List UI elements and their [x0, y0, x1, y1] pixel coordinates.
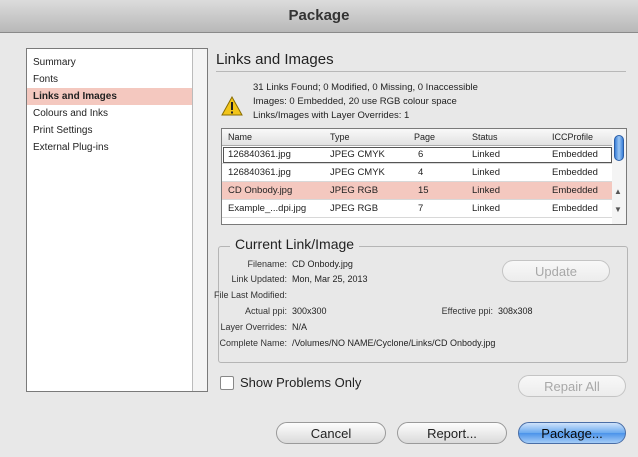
- column-header-page[interactable]: Page: [414, 129, 435, 145]
- cell-name: 126840361.jpg: [228, 167, 291, 178]
- link-updated-value: Mon, Mar 25, 2013: [292, 274, 368, 284]
- column-header-type[interactable]: Type: [330, 129, 350, 145]
- scroll-up-icon[interactable]: ▲: [614, 187, 622, 196]
- cell-iccprofile: Embedded: [552, 167, 598, 178]
- actual-ppi-label: Actual ppi:: [244, 306, 287, 316]
- sidebar-item-links-and-images[interactable]: Links and Images: [27, 88, 193, 105]
- window-title: Package: [288, 7, 350, 24]
- layer-overrides-label: Layer Overrides:: [220, 322, 287, 332]
- cell-name: 126840361.jpg: [228, 149, 291, 160]
- section-heading: Links and Images: [216, 51, 334, 68]
- cell-type: JPEG CMYK: [330, 167, 385, 178]
- show-problems-label[interactable]: Show Problems Only: [240, 375, 361, 390]
- link-updated-label: Link Updated:: [231, 274, 287, 284]
- links-table: Name Type Page Status ICCProfile 1268403…: [221, 128, 614, 225]
- complete-name-label: Complete Name:: [219, 338, 287, 348]
- sidebar-item-summary[interactable]: Summary: [27, 54, 193, 71]
- cancel-button[interactable]: Cancel: [276, 422, 386, 444]
- cell-status: Linked: [472, 167, 500, 178]
- summary-links: 31 Links Found; 0 Modified, 0 Missing, 0…: [253, 82, 478, 93]
- sidebar-item-print-settings[interactable]: Print Settings: [27, 122, 193, 139]
- summary-overrides: Links/Images with Layer Overrides: 1: [253, 110, 410, 121]
- cell-page: 6: [418, 149, 424, 160]
- cell-type: JPEG CMYK: [330, 149, 385, 160]
- sidebar-item-external-plug-ins[interactable]: External Plug-ins: [27, 139, 193, 156]
- cell-iccprofile: Embedded: [552, 203, 598, 214]
- warning-icon: [221, 96, 243, 116]
- cell-iccprofile: Embedded: [552, 185, 598, 196]
- cell-name: CD Onbody.jpg: [228, 185, 293, 196]
- report-button[interactable]: Report...: [397, 422, 507, 444]
- scrollbar-thumb[interactable]: [614, 135, 624, 161]
- cell-status: Linked: [472, 185, 500, 196]
- file-last-modified-label: File Last Modified:: [213, 290, 287, 300]
- table-row[interactable]: Example_...dpi.jpg JPEG RGB 7 Linked Emb…: [222, 200, 613, 218]
- complete-name-value: /Volumes/NO NAME/Cyclone/Links/CD Onbody…: [292, 338, 496, 348]
- column-header-status[interactable]: Status: [472, 129, 498, 145]
- actual-ppi-value: 300x300: [292, 306, 327, 316]
- table-row-selected[interactable]: CD Onbody.jpg JPEG RGB 15 Linked Embedde…: [222, 182, 613, 200]
- current-link-title: Current Link/Image: [230, 236, 360, 252]
- effective-ppi-label: Effective ppi:: [441, 306, 493, 316]
- update-button[interactable]: Update: [502, 260, 610, 282]
- filename-value: CD Onbody.jpg: [292, 259, 353, 269]
- effective-ppi-value: 308x308: [498, 306, 533, 316]
- layer-overrides-value: N/A: [292, 322, 308, 332]
- sidebar-item-colours-and-inks[interactable]: Colours and Inks: [27, 105, 193, 122]
- cell-type: JPEG RGB: [330, 203, 379, 214]
- column-header-name[interactable]: Name: [228, 129, 252, 145]
- table-row[interactable]: 126840361.jpg JPEG CMYK 4 Linked Embedde…: [222, 164, 613, 182]
- show-problems-checkbox[interactable]: [220, 376, 234, 390]
- sidebar-item-fonts[interactable]: Fonts: [27, 71, 193, 88]
- summary-images: Images: 0 Embedded, 20 use RGB colour sp…: [253, 96, 457, 107]
- title-bar: Package: [0, 0, 638, 33]
- column-header-iccprofile[interactable]: ICCProfile: [552, 129, 593, 145]
- scroll-down-icon[interactable]: ▼: [614, 205, 622, 214]
- cell-status: Linked: [472, 149, 500, 160]
- cell-page: 15: [418, 185, 429, 196]
- package-button[interactable]: Package...: [518, 422, 626, 444]
- cell-page: 4: [418, 167, 424, 178]
- table-row[interactable]: 126840361.jpg JPEG CMYK 6 Linked Embedde…: [222, 146, 613, 164]
- cell-name: Example_...dpi.jpg: [228, 203, 307, 214]
- heading-divider: [216, 71, 626, 72]
- cell-type: JPEG RGB: [330, 185, 379, 196]
- cell-iccprofile: Embedded: [552, 149, 598, 160]
- table-scrollbar[interactable]: ▲ ▼: [612, 128, 627, 225]
- repair-all-button[interactable]: Repair All: [518, 375, 626, 397]
- cell-status: Linked: [472, 203, 500, 214]
- cell-page: 7: [418, 203, 424, 214]
- filename-label: Filename:: [247, 259, 287, 269]
